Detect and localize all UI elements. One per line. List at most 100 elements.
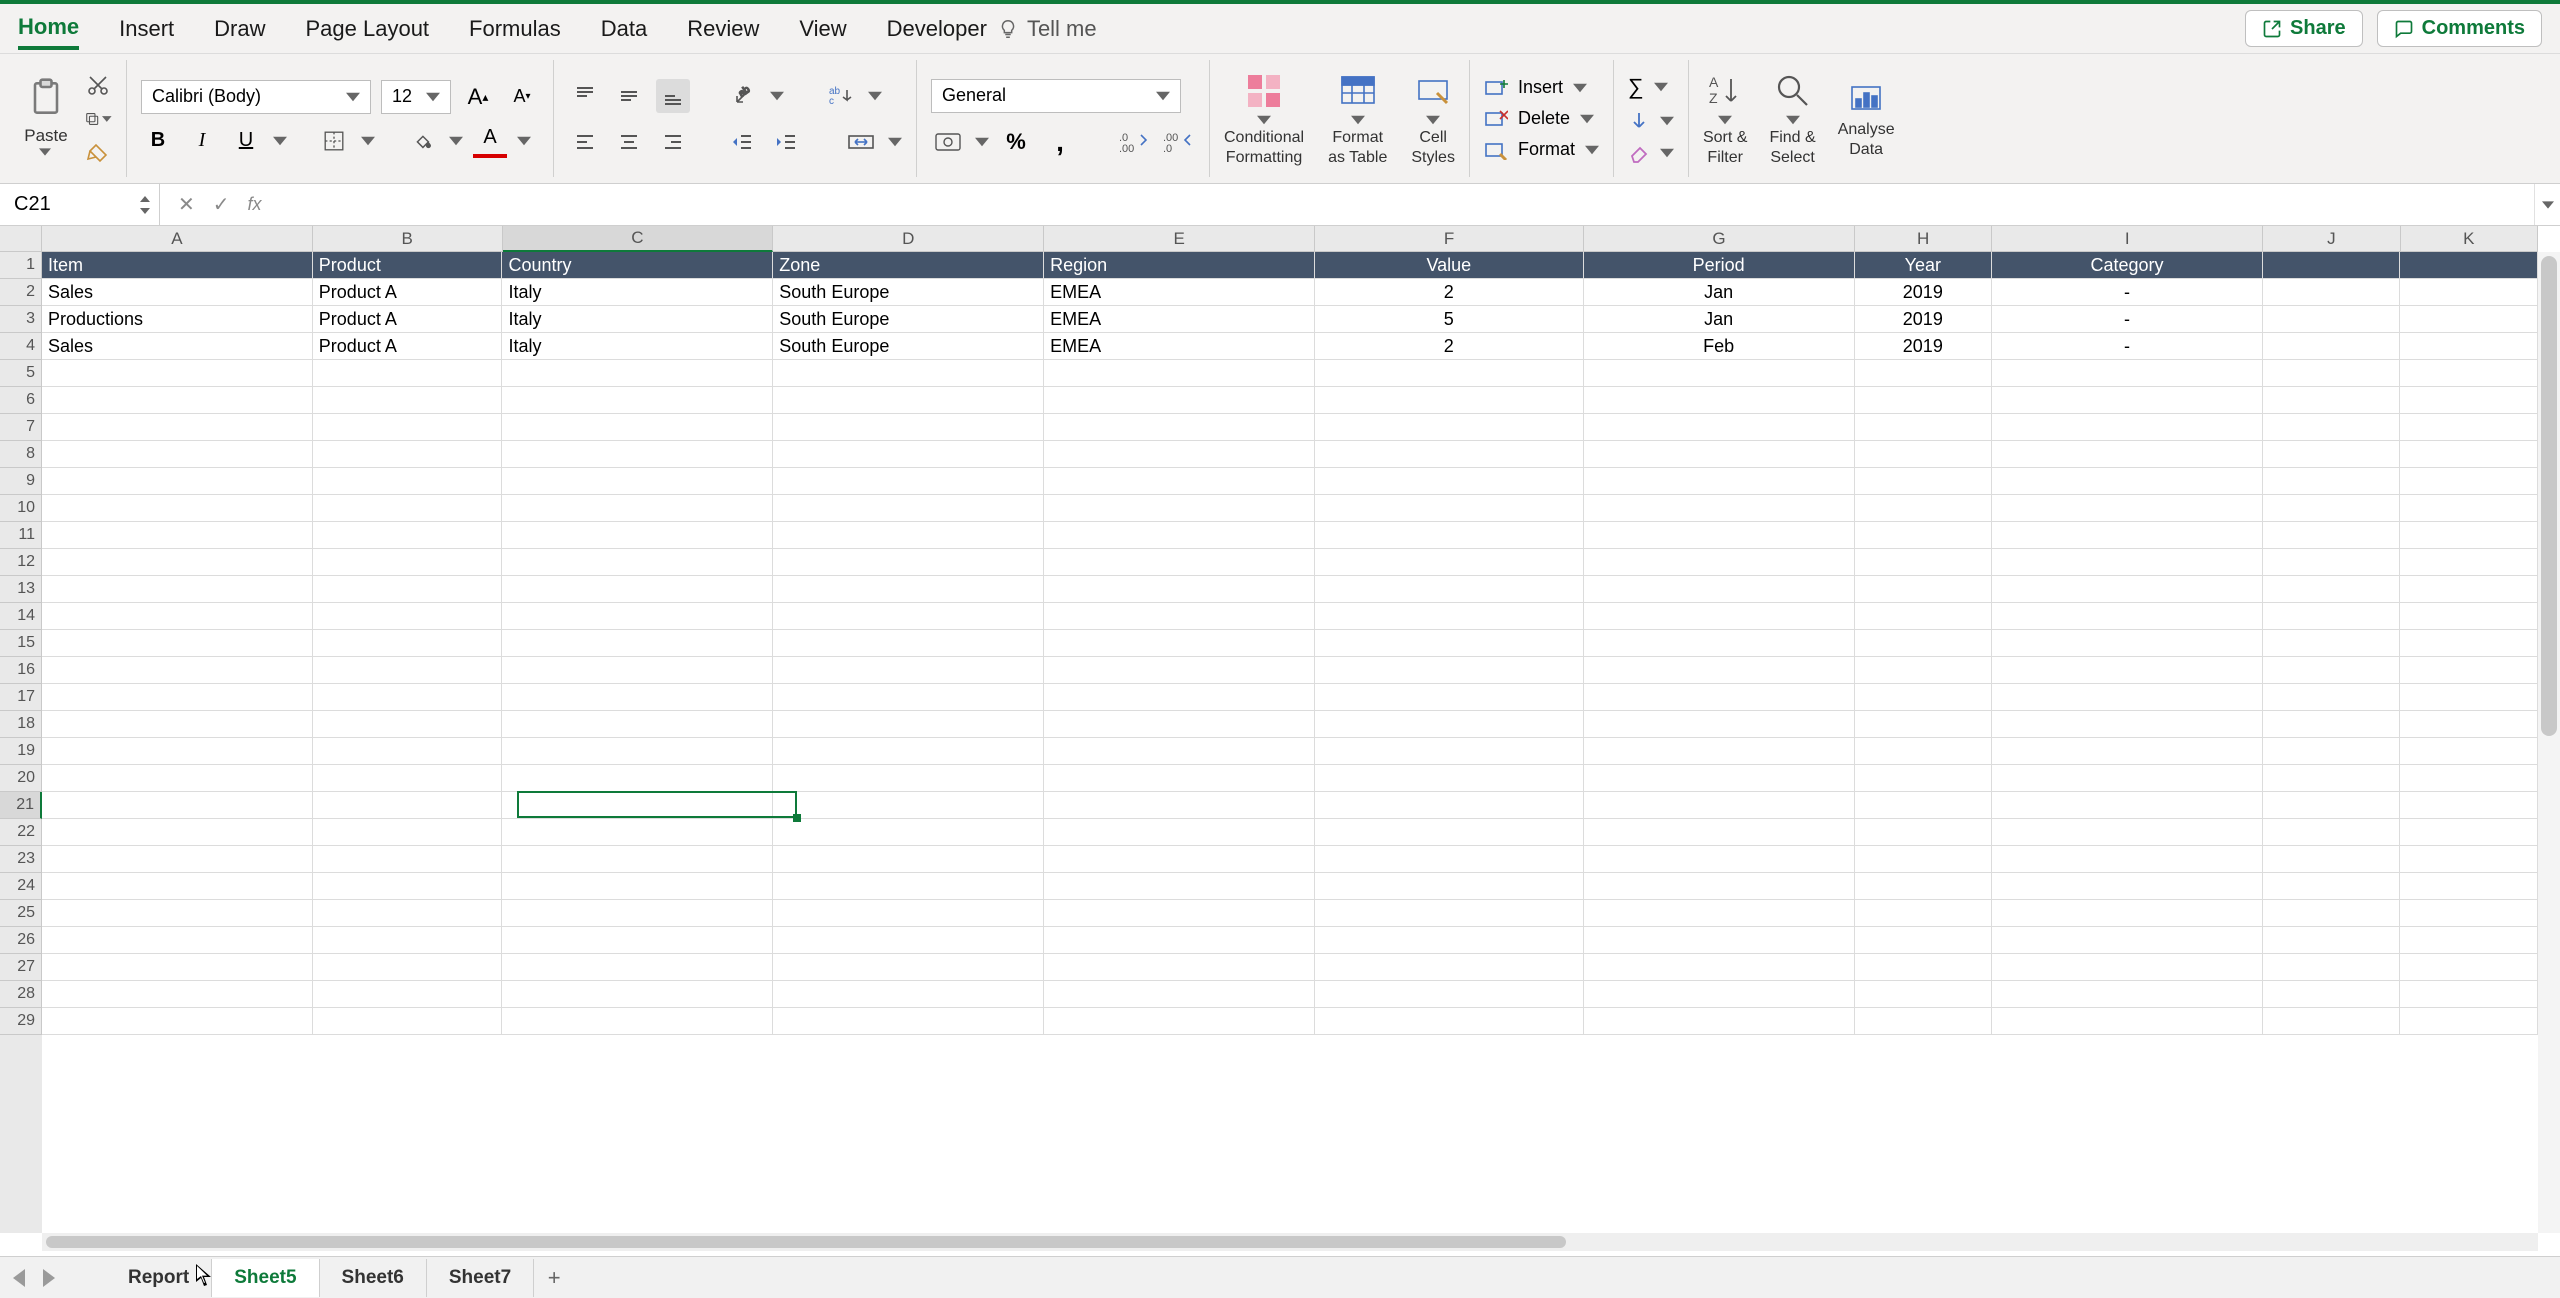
cell[interactable] — [1584, 711, 1855, 738]
cell[interactable] — [1044, 360, 1315, 387]
cell[interactable] — [502, 846, 773, 873]
cell[interactable] — [1584, 927, 1855, 954]
cell[interactable]: - — [1992, 279, 2263, 306]
fx-icon[interactable]: fx — [248, 194, 262, 215]
cell[interactable] — [42, 522, 313, 549]
cell[interactable] — [1992, 981, 2263, 1008]
cell[interactable] — [773, 819, 1044, 846]
cell[interactable] — [502, 792, 773, 819]
cell[interactable] — [313, 360, 503, 387]
cell[interactable] — [313, 981, 503, 1008]
cell[interactable]: - — [1992, 306, 2263, 333]
row-header-1[interactable]: 1 — [0, 252, 42, 279]
cell[interactable] — [1992, 630, 2263, 657]
cell[interactable]: Product A — [313, 333, 503, 360]
cell[interactable] — [773, 414, 1044, 441]
cell[interactable] — [313, 657, 503, 684]
cell[interactable] — [1315, 495, 1584, 522]
cell[interactable] — [2263, 441, 2401, 468]
cell[interactable]: Productions — [42, 306, 313, 333]
formula-input[interactable] — [280, 194, 2534, 215]
cell[interactable]: Sales — [42, 279, 313, 306]
cell[interactable] — [1855, 549, 1993, 576]
cell[interactable] — [1044, 873, 1315, 900]
cell[interactable] — [1992, 873, 2263, 900]
cell[interactable] — [1044, 603, 1315, 630]
cell[interactable] — [2263, 846, 2401, 873]
cell[interactable] — [1044, 522, 1315, 549]
cell[interactable] — [2400, 306, 2538, 333]
cell[interactable] — [2263, 1008, 2401, 1035]
cell[interactable] — [1315, 630, 1584, 657]
ribbon-tab-formulas[interactable]: Formulas — [469, 10, 561, 48]
cell[interactable] — [773, 630, 1044, 657]
cell[interactable] — [1855, 792, 1993, 819]
cell[interactable] — [1315, 873, 1584, 900]
cell[interactable] — [1044, 846, 1315, 873]
cell[interactable] — [313, 711, 503, 738]
font-name-select[interactable]: Calibri (Body) — [141, 80, 371, 114]
cell[interactable] — [2400, 630, 2538, 657]
chevron-down-icon[interactable] — [449, 134, 463, 148]
cell[interactable] — [2263, 522, 2401, 549]
cell[interactable] — [2400, 684, 2538, 711]
cell[interactable] — [1855, 927, 1993, 954]
ribbon-tab-insert[interactable]: Insert — [119, 10, 174, 48]
cell[interactable] — [42, 819, 313, 846]
cell[interactable] — [2263, 954, 2401, 981]
cell[interactable] — [1044, 819, 1315, 846]
cell[interactable] — [2263, 981, 2401, 1008]
cell[interactable] — [502, 927, 773, 954]
cell[interactable]: 2019 — [1855, 279, 1993, 306]
sort-filter-button[interactable]: AZ Sort & Filter — [1703, 71, 1747, 166]
sheet-tab-sheet6[interactable]: Sheet6 — [320, 1259, 427, 1297]
cell[interactable] — [313, 738, 503, 765]
cell[interactable] — [2400, 279, 2538, 306]
cell[interactable]: Italy — [502, 279, 773, 306]
align-bottom-icon[interactable] — [656, 79, 690, 113]
cell[interactable] — [502, 738, 773, 765]
cell[interactable] — [2263, 684, 2401, 711]
cell[interactable] — [502, 576, 773, 603]
cell-styles-button[interactable]: Cell Styles — [1411, 71, 1455, 166]
align-left-icon[interactable] — [568, 125, 602, 159]
cell[interactable] — [1992, 900, 2263, 927]
cell[interactable] — [1992, 387, 2263, 414]
cell[interactable] — [1855, 1008, 1993, 1035]
cell[interactable] — [1584, 819, 1855, 846]
cell[interactable] — [1315, 738, 1584, 765]
cell[interactable]: Product A — [313, 306, 503, 333]
cell[interactable] — [1992, 792, 2263, 819]
cell[interactable] — [2263, 252, 2401, 279]
cell[interactable] — [773, 765, 1044, 792]
sheet-tab-sheet5[interactable]: Sheet5 — [212, 1259, 319, 1297]
cell[interactable] — [42, 387, 313, 414]
cell[interactable] — [1315, 927, 1584, 954]
row-header-22[interactable]: 22 — [0, 819, 42, 846]
format-as-table-button[interactable]: Format as Table — [1328, 71, 1387, 166]
align-center-icon[interactable] — [612, 125, 646, 159]
row-header-26[interactable]: 26 — [0, 927, 42, 954]
cell[interactable] — [42, 630, 313, 657]
cell[interactable] — [2400, 387, 2538, 414]
cell[interactable] — [1044, 414, 1315, 441]
ribbon-tab-review[interactable]: Review — [687, 10, 759, 48]
cell[interactable] — [1044, 684, 1315, 711]
cell[interactable] — [1584, 522, 1855, 549]
cell[interactable] — [2400, 792, 2538, 819]
cell[interactable] — [313, 846, 503, 873]
cell[interactable] — [2263, 873, 2401, 900]
cell[interactable] — [1855, 495, 1993, 522]
paste-icon[interactable] — [24, 76, 68, 120]
cell[interactable]: Item — [42, 252, 313, 279]
cell[interactable] — [2263, 306, 2401, 333]
cell[interactable] — [1584, 549, 1855, 576]
vertical-scrollbar-thumb[interactable] — [2541, 256, 2557, 736]
ribbon-tab-page-layout[interactable]: Page Layout — [306, 10, 430, 48]
ribbon-tab-data[interactable]: Data — [601, 10, 647, 48]
row-header-21[interactable]: 21 — [0, 792, 42, 819]
cell[interactable] — [1992, 468, 2263, 495]
percent-format-icon[interactable]: % — [999, 125, 1033, 159]
cell[interactable] — [773, 360, 1044, 387]
cell[interactable] — [1315, 549, 1584, 576]
